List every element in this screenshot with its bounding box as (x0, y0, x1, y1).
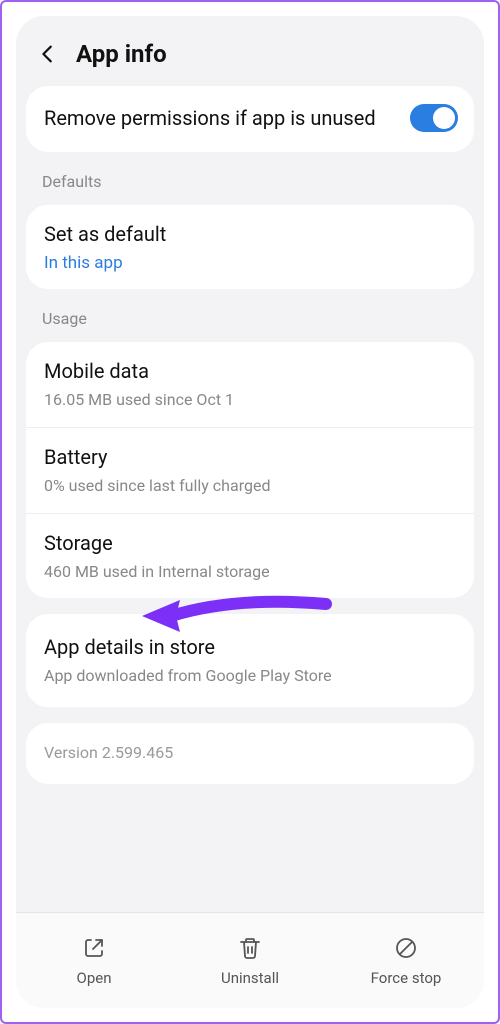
uninstall-label: Uninstall (221, 969, 279, 987)
remove-permissions-label: Remove permissions if app is unused (44, 105, 410, 131)
store-sub: App downloaded from Google Play Store (44, 666, 456, 687)
force-stop-button[interactable]: Force stop (328, 913, 484, 1008)
battery-sub: 0% used since last fully charged (44, 476, 456, 497)
mobile-data-sub: 16.05 MB used since Oct 1 (44, 390, 456, 411)
mobile-data-title: Mobile data (44, 358, 456, 384)
store-card: App details in store App downloaded from… (26, 614, 474, 707)
remove-permissions-toggle[interactable] (410, 104, 458, 132)
version-card: Version 2.599.465 (26, 723, 474, 784)
storage-sub: 460 MB used in Internal storage (44, 562, 456, 583)
battery-title: Battery (44, 444, 456, 470)
store-title: App details in store (44, 634, 456, 660)
trash-icon (237, 935, 263, 961)
block-icon (393, 935, 419, 961)
section-usage-label: Usage (16, 305, 484, 342)
open-label: Open (77, 969, 112, 987)
storage-title: Storage (44, 530, 456, 556)
set-as-default-title: Set as default (44, 221, 456, 247)
open-button[interactable]: Open (16, 913, 172, 1008)
remove-permissions-row[interactable]: Remove permissions if app is unused (26, 86, 474, 152)
mobile-data-row[interactable]: Mobile data 16.05 MB used since Oct 1 (26, 342, 474, 427)
set-as-default-row[interactable]: Set as default In this app (26, 205, 474, 289)
version-row: Version 2.599.465 (26, 723, 474, 784)
app-details-store-row[interactable]: App details in store App downloaded from… (26, 614, 474, 707)
section-defaults-label: Defaults (16, 168, 484, 205)
defaults-card: Set as default In this app (26, 205, 474, 289)
open-icon (81, 935, 107, 961)
force-stop-label: Force stop (371, 969, 442, 987)
uninstall-button[interactable]: Uninstall (172, 913, 328, 1008)
usage-card: Mobile data 16.05 MB used since Oct 1 Ba… (26, 342, 474, 598)
version-text: Version 2.599.465 (44, 743, 456, 764)
set-as-default-sub: In this app (44, 253, 456, 273)
battery-row[interactable]: Battery 0% used since last fully charged (26, 427, 474, 513)
header: App info (16, 16, 484, 86)
page-title: App info (76, 40, 167, 68)
bottom-bar: Open Uninstall (16, 912, 484, 1008)
back-icon[interactable] (34, 40, 62, 68)
storage-row[interactable]: Storage 460 MB used in Internal storage (26, 513, 474, 599)
remove-permissions-card: Remove permissions if app is unused (26, 86, 474, 152)
